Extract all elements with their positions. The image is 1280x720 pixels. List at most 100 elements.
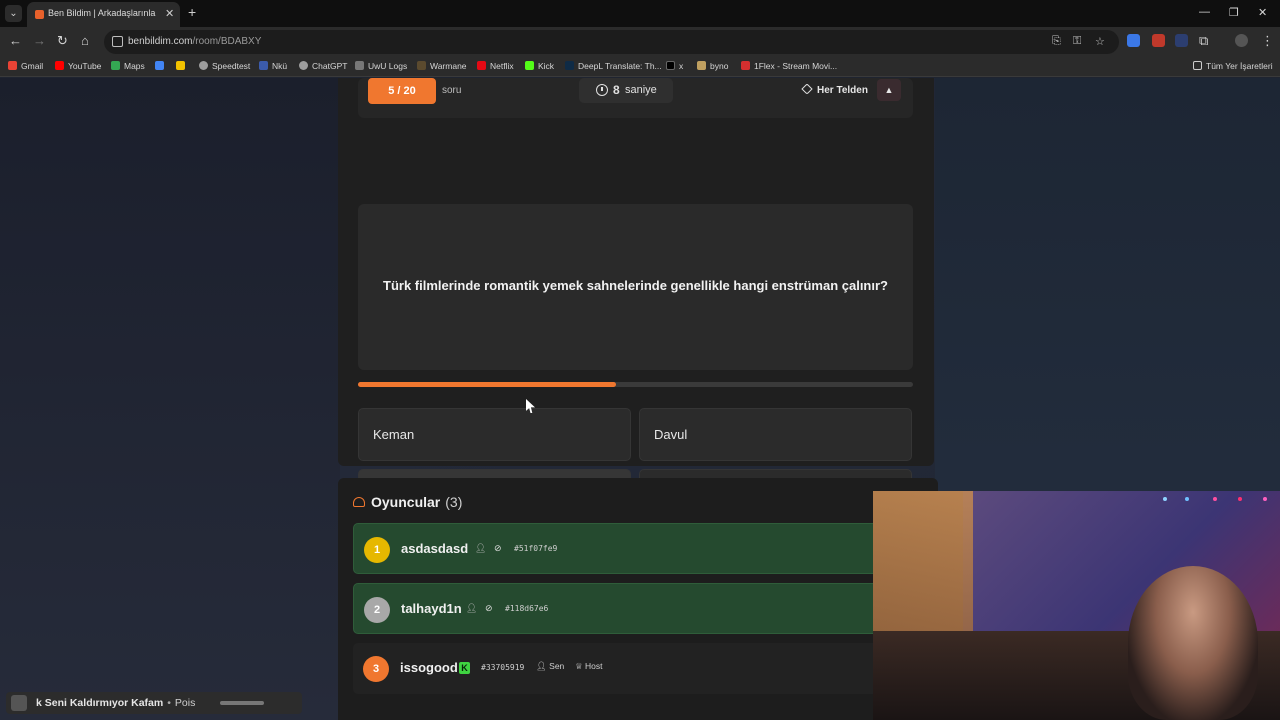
album-art xyxy=(11,695,27,711)
warmane-icon xyxy=(417,61,426,70)
site-favicon-icon xyxy=(35,10,44,19)
quiz-card: 5 / 20 soru 8 saniye Her Telden ▲ Türk f… xyxy=(338,78,934,522)
bookmarks-bar: Gmail YouTube Maps Speedtest Nkü ChatGPT… xyxy=(0,57,1280,77)
player-id: #51f07fe9 xyxy=(514,544,558,553)
now-playing-widget: k Seni Kaldırmıyor Kafam • Pois xyxy=(6,692,302,714)
x-icon xyxy=(666,61,675,70)
led-light xyxy=(1213,497,1217,501)
answer-option-1[interactable]: Keman xyxy=(358,408,631,461)
forward-icon[interactable]: → xyxy=(33,34,46,48)
question-counter-badge: 5 / 20 xyxy=(368,78,436,104)
bookmark-maps[interactable]: Maps xyxy=(111,61,145,71)
chatgpt-icon xyxy=(299,61,308,70)
question-text: Türk filmlerinde romantik yemek sahneler… xyxy=(383,278,888,293)
netflix-icon xyxy=(477,61,486,70)
password-key-icon[interactable]: ⚿ xyxy=(1073,35,1081,48)
user-icon: 👤︎ xyxy=(475,543,487,553)
translate-extension-icon[interactable] xyxy=(1127,34,1140,47)
led-light xyxy=(1263,497,1267,501)
kick-player-icon[interactable]: ⊘ xyxy=(494,543,503,553)
bookmark-google-translate[interactable] xyxy=(155,61,168,71)
reload-icon[interactable]: ↻ xyxy=(57,34,68,48)
site-info-icon[interactable] xyxy=(112,36,123,47)
close-window-icon[interactable]: ✕ xyxy=(1258,6,1267,19)
question-panel: Türk filmlerinde romantik yemek sahneler… xyxy=(358,204,913,370)
back-icon[interactable]: ← xyxy=(9,34,22,48)
bookmark-nku[interactable]: Nkü xyxy=(259,61,287,71)
webcam-overlay xyxy=(873,491,1280,720)
speedtest-icon xyxy=(199,61,208,70)
bookmark-netflix[interactable]: Netflix xyxy=(477,61,514,71)
kick-icon xyxy=(525,61,534,70)
google-translate-icon xyxy=(155,61,164,70)
tag-icon xyxy=(801,83,813,95)
report-question-button[interactable]: ▲ xyxy=(877,79,901,101)
minimize-icon[interactable]: — xyxy=(1199,6,1210,18)
uwu-logs-icon xyxy=(355,61,364,70)
bookmark-chatgpt[interactable]: ChatGPT xyxy=(299,61,347,71)
bookmark-uwu-logs[interactable]: UwU Logs xyxy=(355,61,407,71)
address-bar[interactable]: benbildim.com/room/BDABXY ⎘ ⚿ ☆ xyxy=(104,30,1119,54)
player-id: #118d67e6 xyxy=(505,604,549,613)
close-tab-icon[interactable]: ✕ xyxy=(165,7,174,20)
install-app-icon[interactable]: ⎘ xyxy=(1052,35,1061,48)
webcam-person xyxy=(1128,566,1258,720)
timer-seconds: 8 xyxy=(613,83,620,97)
player-name: talhayd1n xyxy=(401,601,462,616)
all-bookmarks-folder[interactable]: Tüm Yer İşaretleri xyxy=(1193,61,1273,71)
bookmark-gmail[interactable]: Gmail xyxy=(8,61,43,71)
category-label: Her Telden xyxy=(801,83,868,96)
time-progress-fill xyxy=(358,382,617,387)
maps-icon xyxy=(111,61,120,70)
bookmark-speedtest[interactable]: Speedtest xyxy=(199,61,250,71)
music-progress-bar xyxy=(220,701,264,705)
nku-icon xyxy=(259,61,268,70)
bookmark-s[interactable] xyxy=(176,61,189,71)
question-counter-unit: soru xyxy=(442,85,462,96)
bookmark-star-icon[interactable]: ☆ xyxy=(1095,35,1105,48)
active-tab[interactable]: Ben Bildim | Arkadaşlarınla Onli... ✕ xyxy=(27,2,180,27)
bookmark-1flex[interactable]: 1Flex - Stream Movi... xyxy=(741,61,837,71)
menu-dots-icon[interactable]: ⋮ xyxy=(1261,34,1274,48)
kick-player-icon[interactable]: ⊘ xyxy=(485,603,494,613)
now-playing-text: k Seni Kaldırmıyor Kafam • Pois xyxy=(36,697,196,709)
player-name: asdasdasd xyxy=(401,541,469,556)
bookmark-x[interactable]: x xyxy=(666,61,683,71)
rank-badge: 1 xyxy=(364,537,390,563)
bookmark-deepl[interactable]: DeepL Translate: Th... xyxy=(565,61,662,71)
question-status-bar: 5 / 20 soru 8 saniye Her Telden ▲ xyxy=(358,78,913,118)
bookmark-kick[interactable]: Kick xyxy=(525,61,554,71)
deepl-icon xyxy=(565,61,574,70)
s-app-icon xyxy=(176,61,185,70)
extension-blue-icon[interactable] xyxy=(1175,34,1188,47)
youtube-icon xyxy=(55,61,64,70)
players-panel: Oyuncular (3) 1 asdasdasd 👤︎ ⊘ #51f07fe9 … xyxy=(338,478,938,720)
url-text[interactable]: benbildim.com/room/BDABXY xyxy=(128,36,261,47)
gmail-icon xyxy=(8,61,17,70)
player-name: issogood xyxy=(400,660,458,675)
kick-logo-icon: K xyxy=(459,662,470,674)
extensions-puzzle-icon[interactable]: ⧉ xyxy=(1199,34,1208,48)
player-row: 3 issogood K #33705919 👤︎ Sen ♕ Host xyxy=(353,643,913,694)
timer-unit: saniye xyxy=(625,84,657,96)
timer-badge: 8 saniye xyxy=(579,78,673,103)
players-heading: Oyuncular (3) xyxy=(353,494,462,510)
player-row: 2 talhayd1n 👤︎ ⊘ #118d67e6 xyxy=(353,583,913,634)
bookmark-byno[interactable]: byno xyxy=(697,61,728,71)
folder-icon xyxy=(1193,61,1202,70)
profile-avatar-icon[interactable] xyxy=(1235,34,1248,47)
home-icon[interactable]: ⌂ xyxy=(81,34,89,48)
player-id: #33705919 xyxy=(481,663,525,672)
new-tab-button[interactable]: + xyxy=(188,5,196,19)
1flex-icon xyxy=(741,61,750,70)
answer-option-2[interactable]: Davul xyxy=(639,408,912,461)
bookmark-warmane[interactable]: Warmane xyxy=(417,61,467,71)
users-icon xyxy=(353,497,365,507)
tab-search-button[interactable]: ⌄ xyxy=(5,5,22,22)
rank-badge: 2 xyxy=(364,597,390,623)
bookmark-youtube[interactable]: YouTube xyxy=(55,61,101,71)
host-badge: ♕ Host xyxy=(575,661,603,671)
led-light xyxy=(1163,497,1167,501)
extension-red-icon[interactable] xyxy=(1152,34,1165,47)
restore-icon[interactable]: ❐ xyxy=(1229,6,1239,19)
